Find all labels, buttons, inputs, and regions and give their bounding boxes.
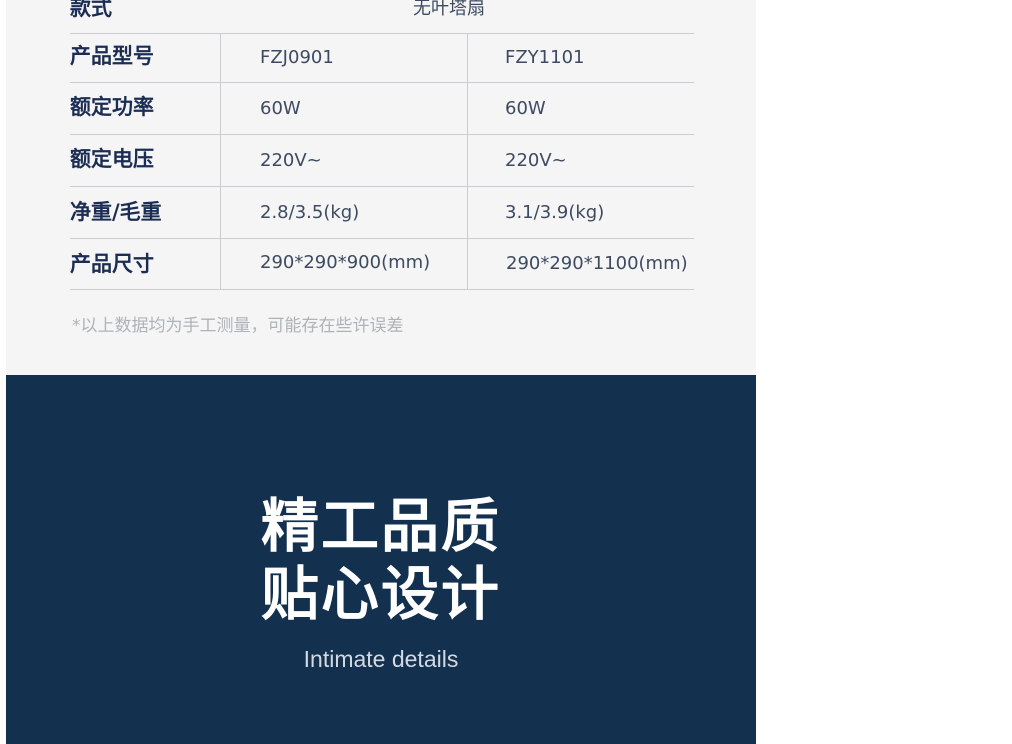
column-divider — [467, 33, 468, 289]
headline-line-2: 贴心设计 — [260, 560, 501, 628]
weight-value-1: 2.8/3.5(kg) — [260, 202, 360, 223]
table-divider — [70, 289, 694, 290]
style-value: 无叶塔扇 — [413, 0, 485, 19]
column-divider — [220, 33, 221, 289]
table-divider — [70, 134, 694, 135]
banner-subtitle: Intimate details — [303, 646, 459, 672]
model-label: 产品型号 — [70, 44, 154, 68]
weight-label: 净重/毛重 — [70, 200, 162, 224]
model-value-1: FZJ0901 — [260, 47, 334, 68]
table-divider — [70, 82, 694, 83]
measurement-disclaimer: *以上数据均为手工测量，可能存在些许误差 — [72, 316, 404, 336]
size-label: 产品尺寸 — [70, 252, 154, 276]
style-label: 款式 — [70, 0, 112, 20]
spec-table: 款式 无叶塔扇 产品型号 FZJ0901 FZY1101 额定功率 60W 60… — [6, 0, 756, 375]
size-value-1: 290*290*900(mm) — [260, 252, 431, 273]
table-divider — [70, 186, 694, 187]
size-value-2: 290*290*1100(mm) — [506, 253, 688, 274]
voltage-value-2: 220V~ — [505, 150, 567, 171]
power-value-2: 60W — [505, 98, 546, 119]
table-divider — [70, 33, 694, 34]
voltage-value-1: 220V~ — [260, 150, 322, 171]
power-value-1: 60W — [260, 98, 301, 119]
voltage-label: 额定电压 — [70, 147, 154, 171]
power-label: 额定功率 — [70, 95, 154, 119]
table-divider — [70, 238, 694, 239]
feature-banner: 精工品质 贴心设计 Intimate details — [6, 375, 756, 744]
model-value-2: FZY1101 — [505, 47, 585, 68]
headline-line-1: 精工品质 — [260, 492, 501, 560]
weight-value-2: 3.1/3.9(kg) — [505, 202, 605, 223]
